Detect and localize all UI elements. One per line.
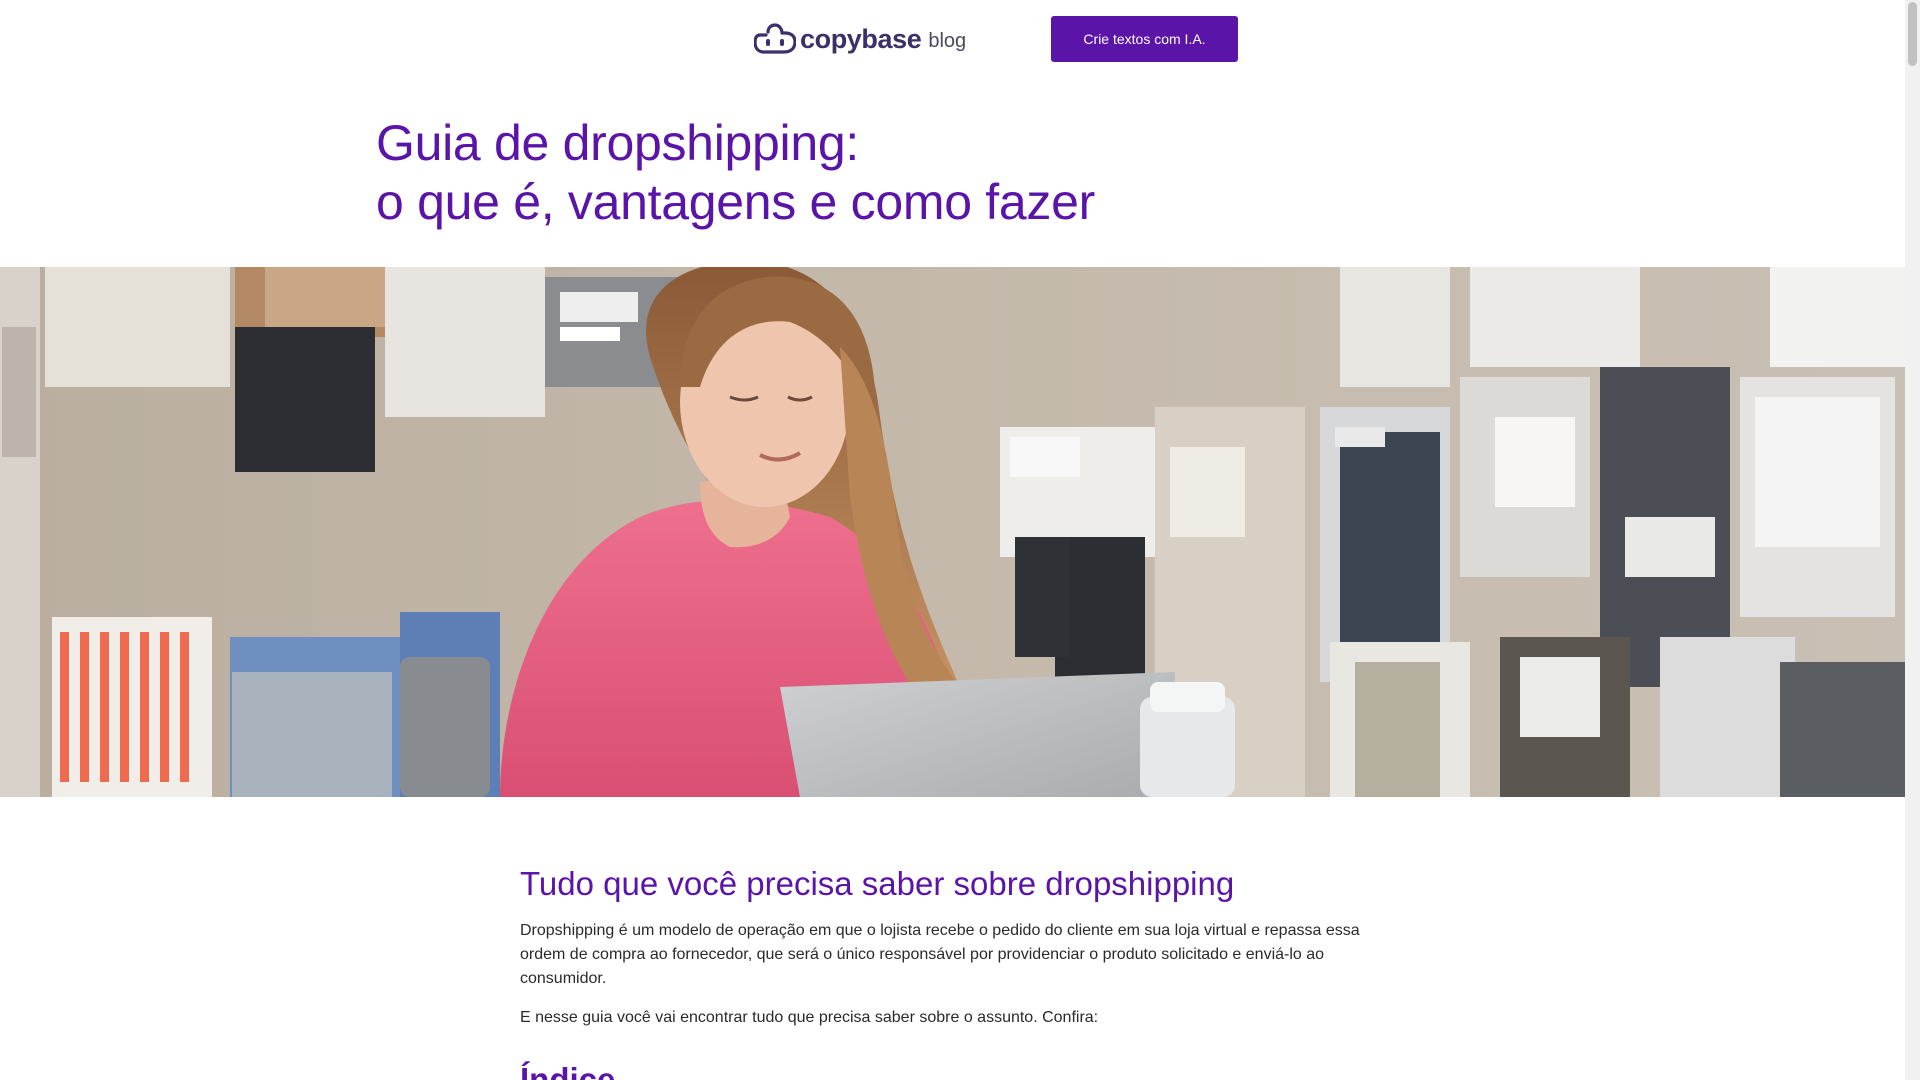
logo-blog-label: blog [928,30,967,52]
page: copybase blog Crie textos com I.A. Guia … [0,0,1905,1080]
article-body: Tudo que você precisa saber sobre dropsh… [520,858,1370,1080]
scrollbar-thumb[interactable] [1908,2,1917,66]
section-title: Tudo que você precisa saber sobre dropsh… [520,865,1235,902]
page-title-line-2: o que é, vantagens e como fazer [376,174,1095,230]
hero-image [0,267,1905,797]
create-texts-ai-button[interactable]: Crie textos com I.A. [1051,16,1238,62]
logo-wordmark: copybase [800,23,922,54]
page-scrollbar[interactable] [1905,0,1920,1080]
copybase-logo[interactable]: copybase blog [754,21,966,57]
page-title: Guia de dropshipping: o que é, vantagens… [376,114,1095,232]
index-heading: Índice [520,1061,616,1080]
copybase-logo-icon [754,23,796,54]
page-title-line-1: Guia de dropshipping: [376,115,859,171]
guide-paragraph: E nesse guia você vai encontrar tudo que… [520,1009,1099,1026]
site-header: copybase blog Crie textos com I.A. [0,0,1905,78]
intro-paragraph: Dropshipping é um modelo de operação em … [520,922,1360,987]
